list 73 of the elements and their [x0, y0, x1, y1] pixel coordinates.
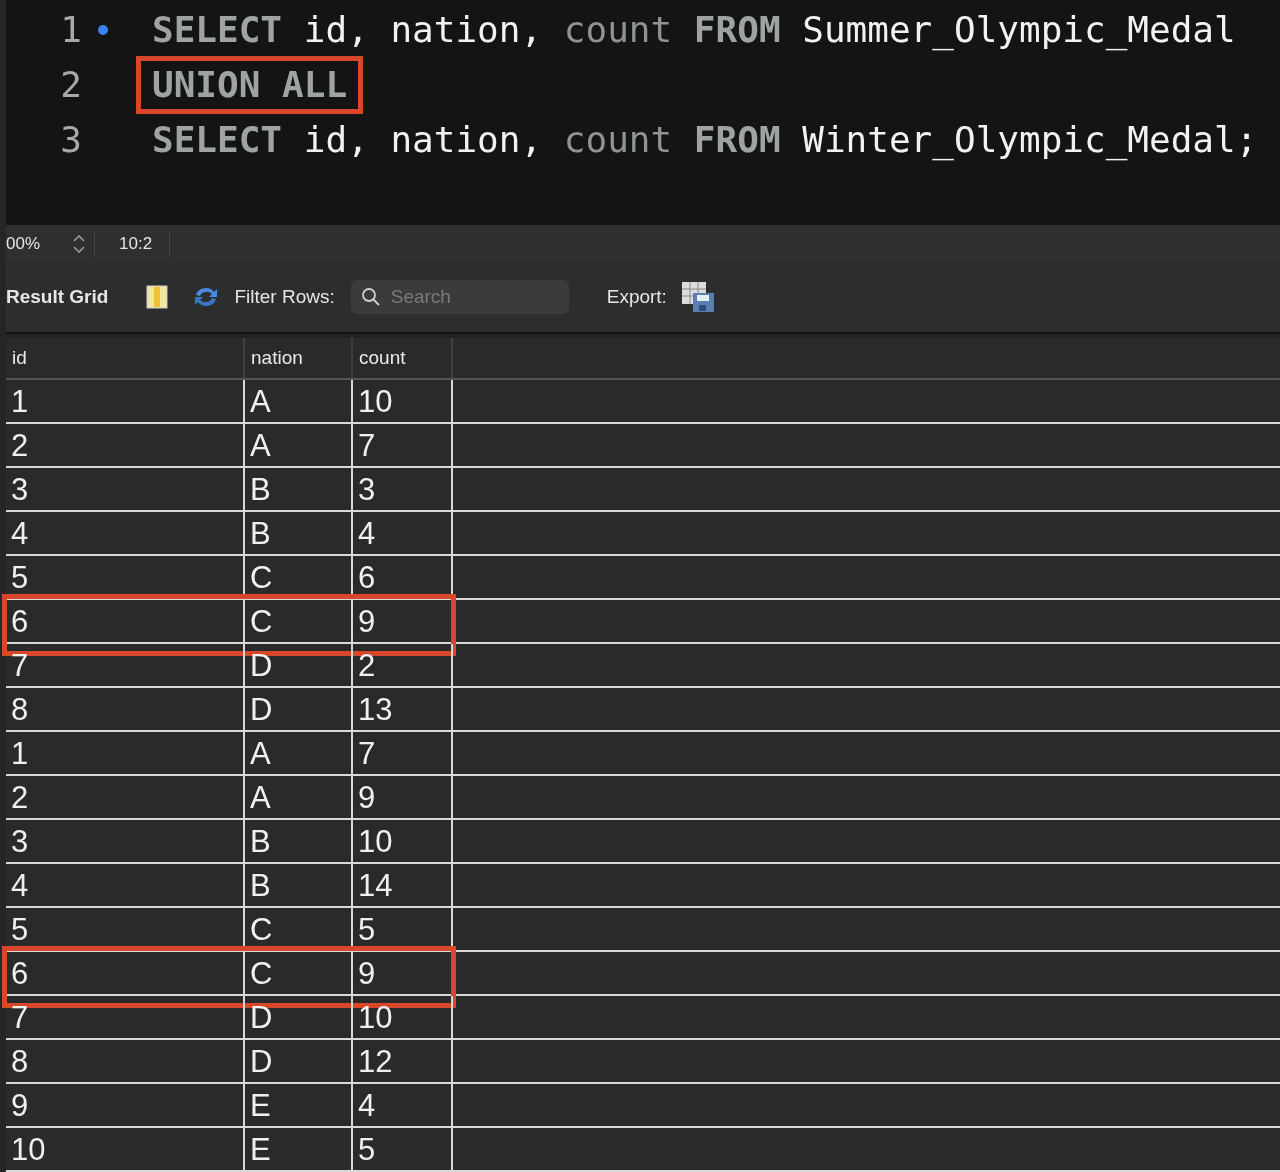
table-cell: 5 — [353, 1128, 453, 1170]
zoom-level: 00% — [6, 232, 42, 255]
export-icon[interactable] — [680, 281, 715, 313]
table-cell: 10 — [353, 820, 453, 862]
columns-icon[interactable] — [146, 285, 169, 309]
table-cell: 12 — [353, 1040, 453, 1082]
table-cell: D — [245, 688, 353, 730]
code-line: SELECT id, nation, count FROM Winter_Olympic_Medal; — [152, 117, 1258, 162]
table-cell: 10 — [6, 1128, 245, 1170]
table-cell: 5 — [6, 908, 245, 950]
table-cell: D — [245, 644, 353, 686]
table-cell: D — [245, 1040, 353, 1082]
filter-rows-label: Filter Rows: — [234, 284, 335, 309]
table-cell: B — [245, 512, 353, 554]
table-cell: 5 — [353, 908, 453, 950]
column-header[interactable]: nation — [245, 338, 353, 378]
search-icon — [360, 287, 381, 307]
column-header[interactable]: count — [353, 338, 453, 378]
table-cell: E — [245, 1128, 353, 1170]
table-cell: C — [245, 600, 353, 642]
line-number: 3 — [59, 117, 82, 162]
table-cell: B — [245, 468, 353, 510]
table-cell: 7 — [353, 424, 453, 466]
table-cell: A — [245, 380, 353, 422]
table-cell: 9 — [353, 600, 453, 642]
table-cell: 13 — [353, 688, 453, 730]
table-cell: D — [245, 996, 353, 1038]
table-cell: 7 — [6, 644, 245, 686]
table-cell: 14 — [353, 864, 453, 906]
table-cell: C — [245, 952, 353, 994]
result-grid-title: Result Grid — [6, 284, 109, 309]
table-cell: 3 — [6, 468, 245, 510]
table-cell: 1 — [6, 732, 245, 774]
table-cell: A — [245, 424, 353, 466]
table-cell: 10 — [353, 380, 453, 422]
code-line: SELECT id, nation, count FROM Summer_Olympic_Medal — [152, 7, 1236, 52]
table-cell: 6 — [353, 556, 453, 598]
column-header[interactable]: id — [6, 338, 245, 378]
table-cell: 2 — [6, 776, 245, 818]
table-cell: 9 — [353, 952, 453, 994]
table-cell: B — [245, 864, 353, 906]
table-cell: B — [245, 820, 353, 862]
table-cell: 2 — [353, 644, 453, 686]
table-cell: 9 — [353, 776, 453, 818]
table-cell: 9 — [6, 1084, 245, 1126]
table-cell: E — [245, 1084, 353, 1126]
stepper-icon — [72, 232, 86, 255]
table-cell: 4 — [353, 1084, 453, 1126]
code-line: UNION ALL — [152, 62, 348, 107]
line-number: 2 — [59, 62, 82, 107]
table-cell: 7 — [353, 732, 453, 774]
table-cell: 4 — [6, 512, 245, 554]
search-field[interactable]: Search — [350, 280, 569, 314]
table-cell: 1 — [6, 380, 245, 422]
table-cell: 3 — [353, 468, 453, 510]
table-cell: 6 — [6, 952, 245, 994]
export-label: Export: — [606, 284, 667, 309]
table-cell: 4 — [353, 512, 453, 554]
table-cell: 3 — [6, 820, 245, 862]
table-cell: 8 — [6, 1040, 245, 1082]
cursor-position: 10:2 — [118, 232, 154, 255]
table-cell: 10 — [353, 996, 453, 1038]
table-cell: 4 — [6, 864, 245, 906]
table-cell: 7 — [6, 996, 245, 1038]
table-cell: A — [245, 776, 353, 818]
table-cell: 6 — [6, 600, 245, 642]
table-cell: C — [245, 556, 353, 598]
table-cell: 5 — [6, 556, 245, 598]
line-number: 1 — [59, 7, 82, 52]
table-cell: A — [245, 732, 353, 774]
table-cell: 2 — [6, 424, 245, 466]
table-cell: 8 — [6, 688, 245, 730]
table-cell: C — [245, 908, 353, 950]
